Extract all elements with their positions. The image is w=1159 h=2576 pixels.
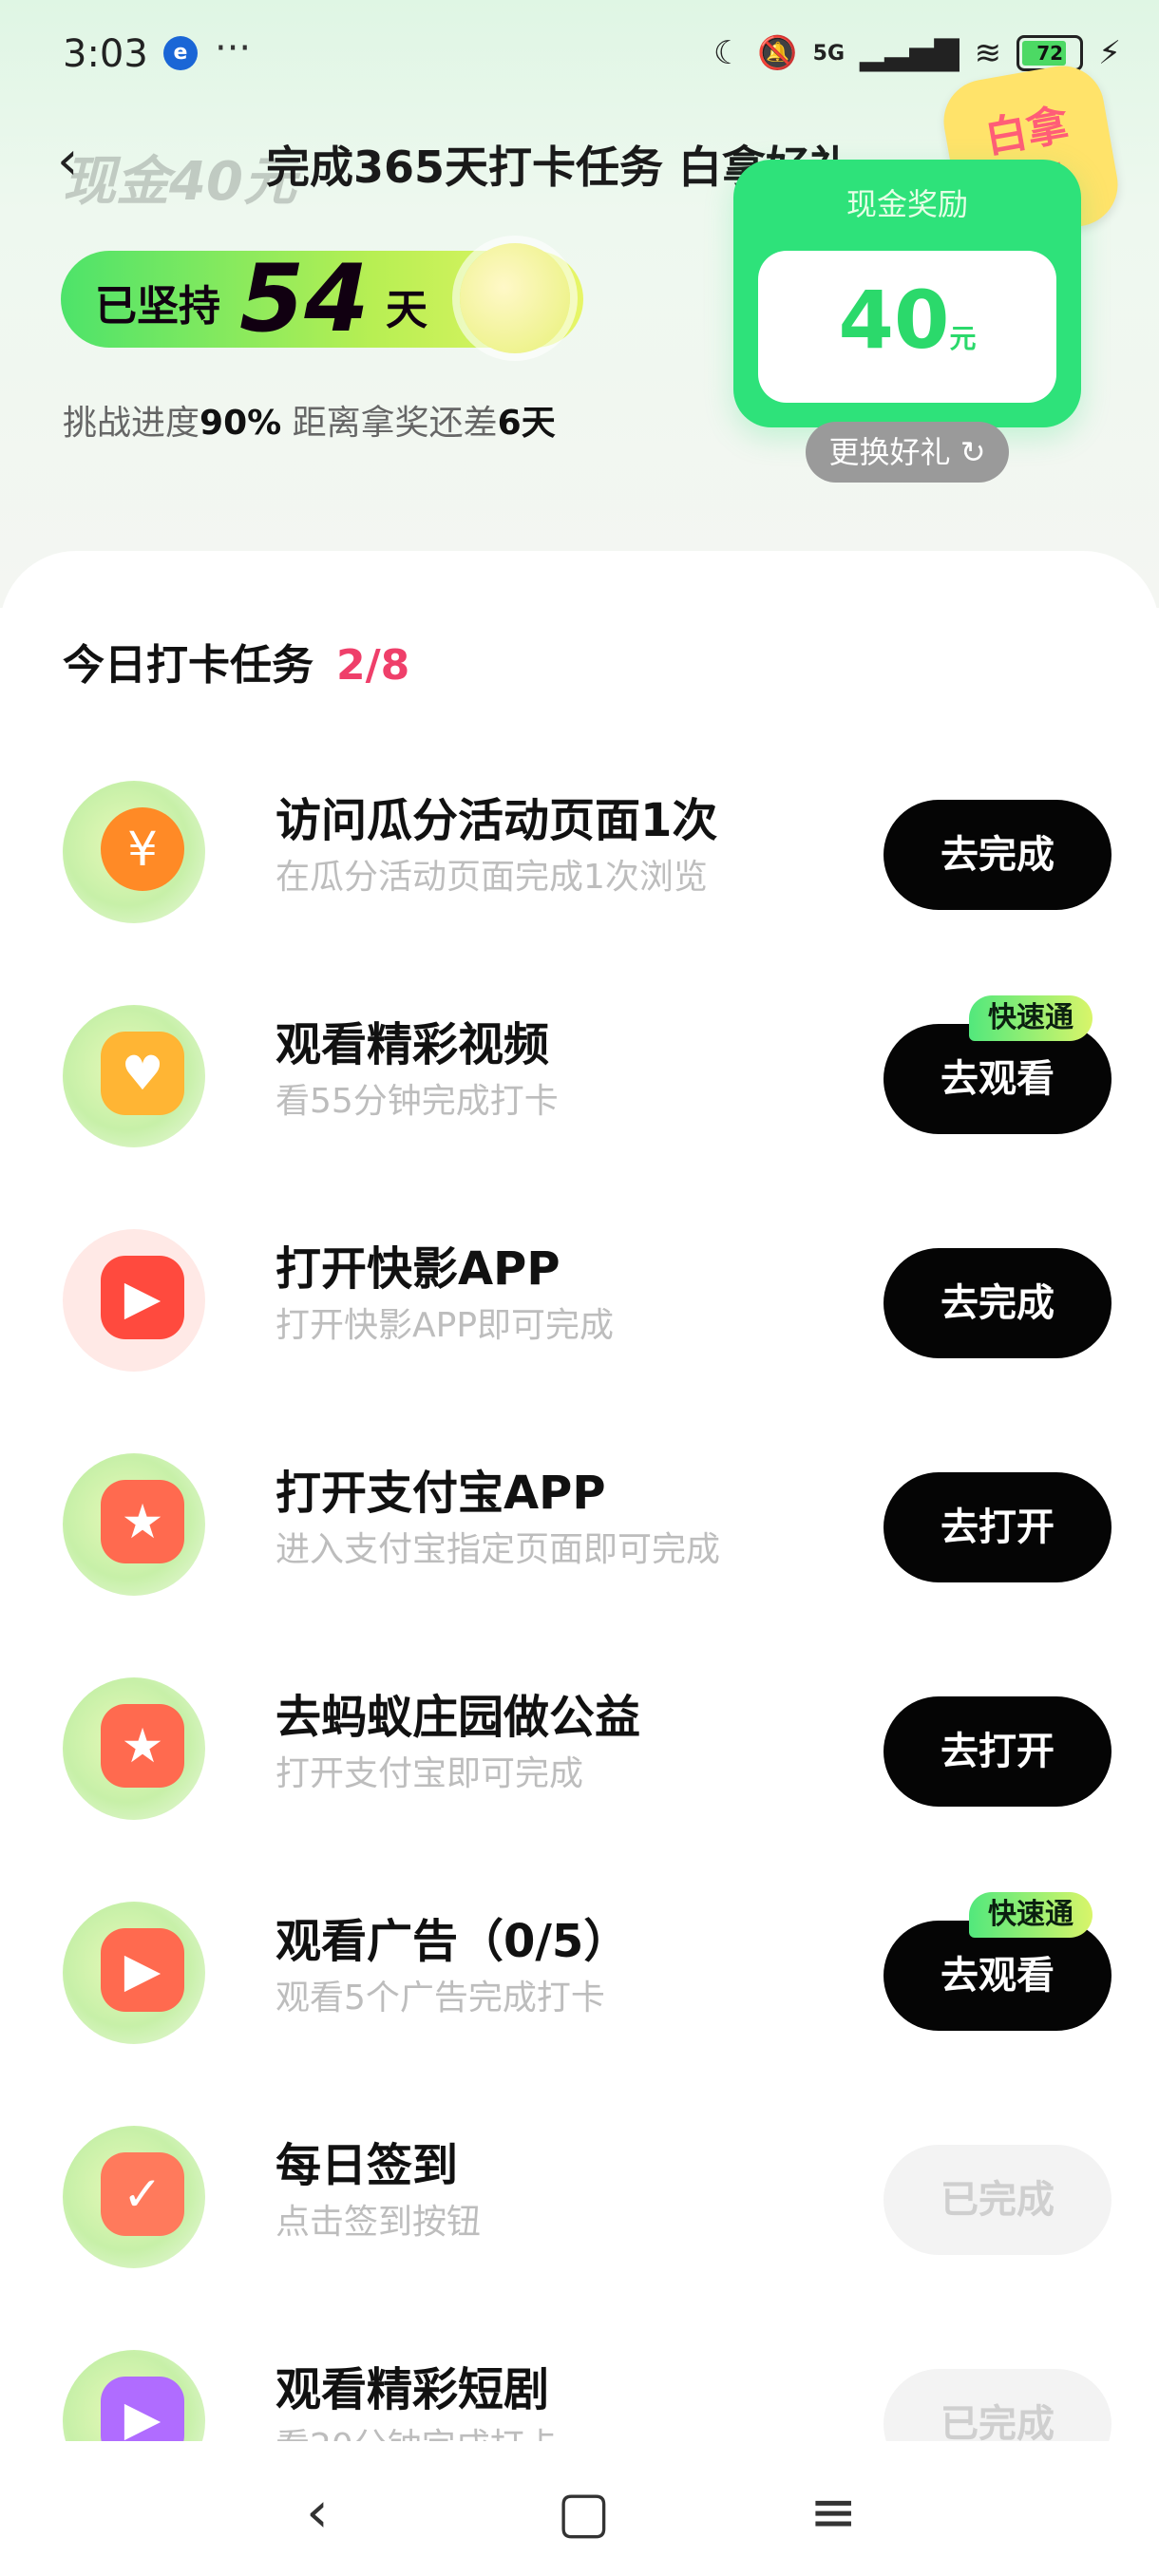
task-name: 打开快影APP <box>276 1242 560 1296</box>
section-title-text: 今日打卡任务 <box>63 641 314 690</box>
task-action-button[interactable]: 去打开 <box>884 1696 1112 1807</box>
calendar-check-icon: ✓ <box>63 2126 205 2268</box>
progress-days: 6天 <box>497 404 556 443</box>
nav-menu-icon[interactable]: ≡ <box>809 2479 857 2546</box>
task-item: ★ 去蚂蚁庄园做公益 打开支付宝即可完成 去打开 <box>0 1655 1159 1826</box>
progress-prefix: 挑战进度 <box>63 404 200 443</box>
task-name: 观看精彩视频 <box>276 1018 550 1071</box>
streak-days: 54 <box>239 245 370 353</box>
task-item: ¥ 访问瓜分活动页面1次 在瓜分活动页面完成1次浏览 去完成 <box>0 758 1159 929</box>
task-name: 打开支付宝APP <box>276 1467 606 1520</box>
refresh-icon: ↻ <box>960 434 986 470</box>
charging-icon: ⚡ <box>1098 34 1121 72</box>
reward-amount: 40元 <box>758 274 1056 367</box>
signal-icon: ▂▃▅▇ <box>860 34 960 72</box>
task-item: ✓ 每日签到 点击签到按钮 已完成 <box>0 2103 1159 2274</box>
streak-banner: 已坚持 54 天 <box>61 243 583 353</box>
system-nav-bar: ‹ ▢ ≡ <box>0 2441 1159 2576</box>
task-done-button: 已完成 <box>884 2145 1112 2255</box>
nav-home-icon[interactable]: ▢ <box>557 2479 611 2546</box>
task-name: 访问瓜分活动页面1次 <box>276 794 718 847</box>
task-desc: 点击签到按钮 <box>276 2203 482 2242</box>
progress-text: 挑战进度90% 距离拿奖还差6天 <box>63 395 556 445</box>
video-tablet-icon: ♥ <box>63 1005 205 1147</box>
battery-level: 72 <box>1036 42 1064 65</box>
video-camera-icon: ▶ <box>63 1229 205 1372</box>
reward-amount-box: 40元 <box>758 251 1056 403</box>
more-dots-icon: ··· <box>215 27 252 70</box>
progress-percent: 90% <box>200 404 282 443</box>
task-item: ★ 打开支付宝APP 进入支付宝指定页面即可完成 去打开 <box>0 1430 1159 1601</box>
reward-label: 现金奖励 <box>846 186 968 222</box>
bell-muted-icon: 🔕 <box>757 34 798 72</box>
reward-card[interactable]: 现金奖励 40元 <box>733 160 1081 427</box>
task-item: ▶ 观看广告（0/5） 观看5个广告完成打卡 去观看 快速通 <box>0 1879 1159 2050</box>
app-circle-icon: e <box>163 36 198 70</box>
task-action-button[interactable]: 去打开 <box>884 1472 1112 1582</box>
task-action-button[interactable]: 去完成 <box>884 800 1112 910</box>
smiley-icon <box>460 243 570 353</box>
task-item: ♥ 观看精彩视频 看55分钟完成打卡 去观看 快速通 <box>0 982 1159 1153</box>
ad-play-icon: ▶ <box>63 1902 205 2044</box>
progress-middle: 距离拿奖还差 <box>281 404 498 443</box>
swap-gift-button[interactable]: 更换好礼 ↻ <box>806 422 1009 483</box>
star-watch-icon: ★ <box>63 1453 205 1596</box>
task-desc: 看55分钟完成打卡 <box>276 1082 559 1121</box>
signal-label: 5G <box>812 41 846 66</box>
fast-pass-badge: 快速通 <box>969 1892 1092 1938</box>
streak-label: 已坚持 <box>95 282 220 331</box>
section-title: 今日打卡任务 2/8 <box>63 631 409 691</box>
streak-unit: 天 <box>386 286 428 334</box>
task-desc: 打开快影APP即可完成 <box>276 1306 615 1345</box>
task-name: 去蚂蚁庄园做公益 <box>276 1691 641 1744</box>
reward-unit: 元 <box>949 323 977 354</box>
task-desc: 打开支付宝即可完成 <box>276 1754 584 1793</box>
task-desc: 在瓜分活动页面完成1次浏览 <box>276 858 708 897</box>
fast-pass-badge: 快速通 <box>969 995 1092 1041</box>
status-time: 3:03 <box>63 32 148 76</box>
nav-back-icon[interactable]: ‹ <box>306 2479 329 2546</box>
back-chevron-icon[interactable]: ‹ <box>57 133 114 190</box>
task-action-button[interactable]: 去完成 <box>884 1248 1112 1358</box>
task-name: 观看广告（0/5） <box>276 1915 630 1968</box>
task-item: ▶ 打开快影APP 打开快影APP即可完成 去完成 <box>0 1206 1159 1377</box>
task-desc: 进入支付宝指定页面即可完成 <box>276 1530 721 1569</box>
battery-icon: 72 <box>1016 35 1084 71</box>
star-watch-icon: ★ <box>63 1677 205 1820</box>
task-name: 观看精彩短剧 <box>276 2363 550 2416</box>
wifi-icon: ≋ <box>974 34 1002 72</box>
moon-icon: ☾ <box>712 34 743 72</box>
section-count: 2/8 <box>336 641 410 690</box>
task-name: 每日签到 <box>276 2139 459 2192</box>
coin-icon: ¥ <box>63 781 205 923</box>
swap-gift-label: 更换好礼 <box>828 434 951 470</box>
reward-amount-value: 40 <box>838 274 950 367</box>
task-card: 今日打卡任务 2/8 ¥ 访问瓜分活动页面1次 在瓜分活动页面完成1次浏览 去完成… <box>0 551 1159 2492</box>
task-desc: 观看5个广告完成打卡 <box>276 1979 605 2017</box>
